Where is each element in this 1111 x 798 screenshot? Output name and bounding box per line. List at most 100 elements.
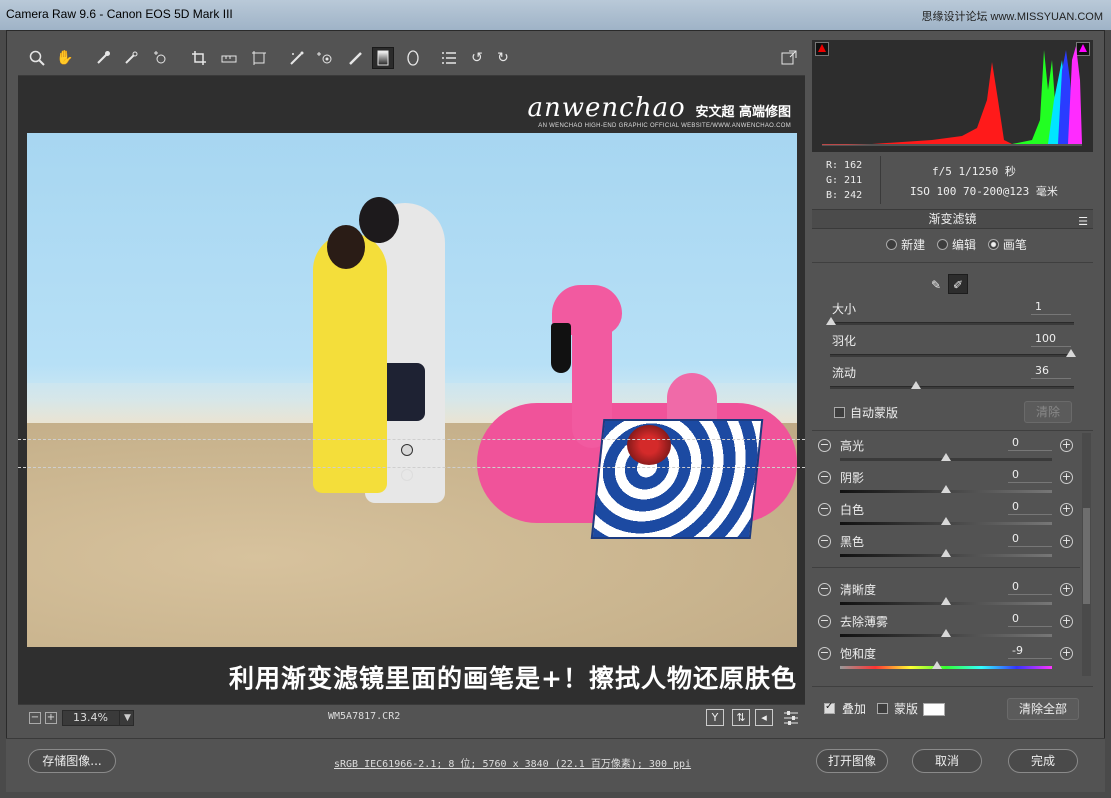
zoom-icon[interactable] (26, 47, 48, 69)
plus-icon[interactable]: + (1060, 471, 1073, 484)
mask-label[interactable]: 蒙版 (894, 700, 918, 717)
highlights-slider[interactable]: − 高光 0 + (812, 435, 1080, 467)
minus-icon[interactable]: − (818, 535, 831, 548)
whites-slider[interactable]: − 白色 0 + (812, 499, 1080, 531)
mode-edit-label[interactable]: 编辑 (952, 238, 976, 252)
minus-icon[interactable]: − (818, 647, 831, 660)
adjustment-brush-icon[interactable] (344, 47, 366, 69)
gradient-guide-line[interactable] (18, 467, 805, 468)
copy-icon[interactable]: ◂ (755, 709, 773, 726)
saturation-label: 饱和度 (840, 647, 877, 661)
rotate-left-icon[interactable]: ↺ (466, 47, 488, 69)
clarity-value[interactable]: 0 (1008, 580, 1052, 595)
clarity-thumb[interactable] (941, 597, 951, 605)
brush-erase-icon[interactable]: ✐ (948, 274, 968, 294)
plus-icon[interactable]: + (1060, 583, 1073, 596)
clear-button[interactable]: 清除 (1024, 401, 1072, 423)
minus-icon[interactable]: − (818, 615, 831, 628)
clarity-slider[interactable]: − 清晰度 0 + (812, 579, 1080, 611)
shadows-slider[interactable]: − 阴影 0 + (812, 467, 1080, 499)
scrollbar-knob[interactable] (1083, 508, 1090, 604)
plus-icon[interactable]: + (1060, 503, 1073, 516)
radio-new[interactable] (886, 239, 898, 250)
flow-slider[interactable]: 流动 36 (812, 364, 1093, 394)
radial-filter-icon[interactable] (402, 47, 424, 69)
size-slider-thumb[interactable] (826, 317, 836, 325)
open-image-button[interactable]: 打开图像 (816, 749, 888, 773)
fullscreen-icon[interactable] (778, 47, 800, 69)
gradient-guide-line[interactable] (18, 439, 805, 440)
blacks-thumb[interactable] (941, 549, 951, 557)
cancel-button[interactable]: 取消 (912, 749, 982, 773)
minus-icon[interactable]: − (818, 439, 831, 452)
blacks-slider[interactable]: − 黑色 0 + (812, 531, 1080, 563)
mode-brush-label[interactable]: 画笔 (1003, 238, 1027, 252)
minus-icon[interactable]: − (818, 503, 831, 516)
feather-slider-thumb[interactable] (1066, 349, 1076, 357)
auto-mask-label[interactable]: 自动蒙版 (850, 404, 898, 421)
dehaze-thumb[interactable] (941, 629, 951, 637)
auto-mask-checkbox[interactable] (834, 407, 845, 418)
dehaze-value[interactable]: 0 (1008, 612, 1052, 627)
rotate-right-icon[interactable]: ↻ (492, 47, 514, 69)
clear-all-button[interactable]: 清除全部 (1007, 698, 1079, 720)
workflow-options-link[interactable]: sRGB IEC61966-2.1; 8 位; 5760 x 3840 (22.… (334, 755, 691, 770)
highlights-value[interactable]: 0 (1008, 436, 1052, 451)
gradient-pin[interactable] (401, 469, 413, 481)
shadows-value[interactable]: 0 (1008, 468, 1052, 483)
graduated-filter-icon[interactable] (372, 47, 394, 69)
zoom-out-button[interactable]: − (29, 712, 41, 724)
shadows-thumb[interactable] (941, 485, 951, 493)
highlights-thumb[interactable] (941, 453, 951, 461)
transform-icon[interactable] (248, 47, 270, 69)
saturation-slider[interactable]: − 饱和度 -9 + (812, 643, 1080, 675)
preview-canvas[interactable]: anwenchao 安文超 高端修图 AN WENCHAO HIGH-END G… (18, 77, 805, 703)
plus-icon[interactable]: + (1060, 647, 1073, 660)
panel-menu-icon[interactable]: ☰ (1078, 213, 1088, 231)
zoom-in-button[interactable]: + (45, 712, 57, 724)
color-sampler-icon[interactable] (120, 47, 142, 69)
blacks-value[interactable]: 0 (1008, 532, 1052, 547)
straighten-icon[interactable] (218, 47, 240, 69)
size-value[interactable]: 1 (1031, 300, 1071, 315)
dehaze-slider[interactable]: − 去除薄雾 0 + (812, 611, 1080, 643)
hand-icon[interactable]: ✋ (54, 47, 76, 69)
mode-new-label[interactable]: 新建 (901, 238, 925, 252)
crop-icon[interactable] (188, 47, 210, 69)
chevron-down-icon[interactable]: ▼ (119, 710, 135, 726)
y-compare-icon[interactable]: Y (706, 709, 724, 726)
whites-value[interactable]: 0 (1008, 500, 1052, 515)
feather-slider[interactable]: 羽化 100 (812, 332, 1093, 362)
mask-checkbox[interactable] (877, 703, 888, 714)
saturation-value[interactable]: -9 (1008, 644, 1052, 659)
flow-value[interactable]: 36 (1031, 364, 1071, 379)
flow-slider-thumb[interactable] (911, 381, 921, 389)
preview-photo[interactable] (27, 133, 797, 647)
red-eye-icon[interactable] (314, 47, 336, 69)
spot-removal-icon[interactable] (286, 47, 308, 69)
whites-thumb[interactable] (941, 517, 951, 525)
panel-scrollbar[interactable] (1082, 433, 1091, 676)
overlay-checkbox[interactable] (824, 701, 835, 714)
feather-value[interactable]: 100 (1031, 332, 1071, 347)
radio-edit[interactable] (936, 239, 948, 250)
settings-icon[interactable] (780, 707, 802, 729)
minus-icon[interactable]: − (818, 471, 831, 484)
preferences-icon[interactable] (438, 47, 460, 69)
radio-brush[interactable] (987, 239, 999, 250)
saturation-thumb[interactable] (932, 661, 942, 669)
targeted-adjust-icon[interactable] (150, 47, 172, 69)
size-slider[interactable]: 大小 1 (812, 300, 1093, 330)
white-balance-icon[interactable] (92, 47, 114, 69)
plus-icon[interactable]: + (1060, 615, 1073, 628)
gradient-pin[interactable] (401, 444, 413, 456)
save-image-button[interactable]: 存储图像... (28, 749, 116, 773)
minus-icon[interactable]: − (818, 583, 831, 596)
brush-add-icon[interactable]: ✎ (926, 275, 946, 295)
done-button[interactable]: 完成 (1008, 749, 1078, 773)
swap-icon[interactable]: ⇅ (732, 709, 750, 726)
overlay-label[interactable]: 叠加 (842, 700, 866, 717)
plus-icon[interactable]: + (1060, 439, 1073, 452)
plus-icon[interactable]: + (1060, 535, 1073, 548)
mask-color-swatch[interactable] (923, 703, 945, 716)
